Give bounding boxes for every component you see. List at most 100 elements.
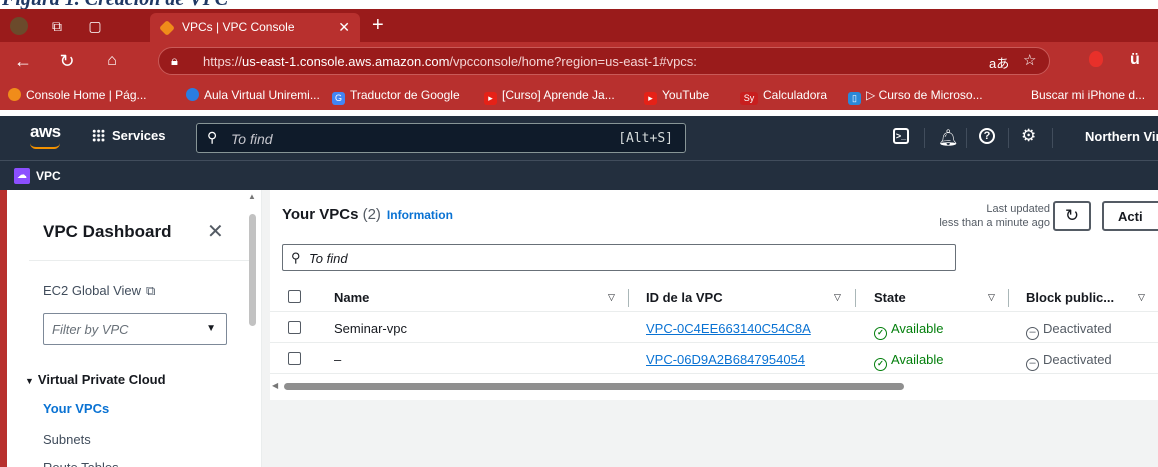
external-link-icon: ⧉ <box>146 283 156 298</box>
table-row[interactable]: Seminar-vpc VPC-0C4EE663140C54C8A ✓ Avail… <box>270 313 1158 343</box>
bookmark-item[interactable]: ▯ ▷ Curso de Microso... <box>848 88 983 105</box>
bookmark-item[interactable]: Sy Calculadora <box>740 88 827 105</box>
back-icon[interactable]: ← <box>12 50 34 72</box>
check-circle-icon: ✓ <box>874 358 887 371</box>
cell-name: Seminar-vpc <box>334 321 407 336</box>
bookmarks-bar: Console Home | Pág... Aula Virtual Unire… <box>0 80 1158 110</box>
nav-divider <box>1008 128 1009 148</box>
bookmark-favicon-icon: ▸ <box>484 92 497 105</box>
vpcs-table-panel: Your VPCs (2) Information Last updated les… <box>270 190 1158 400</box>
cell-block-public: – Deactivated <box>1026 321 1112 340</box>
page-title: Your VPCs (2) Information <box>282 206 453 223</box>
service-name[interactable]: VPC <box>36 169 61 183</box>
new-tab-icon[interactable]: + <box>372 15 384 35</box>
bookmark-item[interactable]: Aula Virtual Uniremi... <box>186 88 320 102</box>
profile-avatar-icon[interactable] <box>10 17 28 35</box>
lock-icon: 🔒︎ <box>171 53 178 68</box>
workspaces-icon[interactable]: ⧉ <box>48 17 66 35</box>
bookmark-favicon-icon: ▸ <box>644 92 657 105</box>
sidebar-section-virtual-private-cloud[interactable]: ▼ Virtual Private Cloud <box>25 372 166 387</box>
sidebar-item-your-vpcs[interactable]: Your VPCs <box>43 401 109 416</box>
bookmark-item[interactable]: ▸ [Curso] Aprende Ja... <box>484 88 615 105</box>
settings-gear-icon[interactable]: ⚙ <box>1021 126 1036 146</box>
cloudshell-icon[interactable]: >_ <box>893 128 909 144</box>
extension-shield-icon[interactable] <box>1089 51 1103 67</box>
close-tab-icon[interactable]: ✕ <box>338 19 350 36</box>
actions-button[interactable]: Acti <box>1102 201 1158 231</box>
select-all-checkbox[interactable] <box>288 290 301 303</box>
main-content: Your VPCs (2) Information Last updated les… <box>262 190 1158 467</box>
bookmark-favicon-icon <box>186 88 199 101</box>
browser-tab-strip: ⧉ ▢ VPCs | VPC Console ✕ + <box>0 9 1158 42</box>
cell-block-public: – Deactivated <box>1026 352 1112 371</box>
table-row[interactable]: – VPC-06D9A2B6847954054 ✓ Available – Deac… <box>270 344 1158 374</box>
column-divider[interactable] <box>1008 289 1009 307</box>
nav-divider <box>924 128 925 148</box>
close-sidebar-icon[interactable]: ✕ <box>207 219 224 244</box>
column-header-vpc-id[interactable]: ID de la VPC <box>646 290 723 305</box>
bookmark-item[interactable]: ▸ YouTube <box>644 88 709 105</box>
home-icon[interactable]: ⌂ <box>101 50 123 72</box>
column-header-state[interactable]: State <box>874 290 906 305</box>
info-link[interactable]: Information <box>387 208 453 222</box>
help-icon[interactable]: ? <box>979 128 995 144</box>
column-divider[interactable] <box>628 289 629 307</box>
bookmark-item[interactable]: G Traductor de Google <box>332 88 460 105</box>
search-icon: ⚲ <box>291 250 301 265</box>
bookmark-item[interactable]: Buscar mi iPhone d... <box>1013 88 1145 102</box>
sidebar-title: VPC Dashboard <box>43 222 172 241</box>
vpc-service-icon: ☁ <box>14 168 30 184</box>
search-shortcut: [Alt+S] <box>618 131 673 146</box>
filter-by-vpc-select[interactable]: Filter by VPC ▼ <box>43 313 227 345</box>
search-placeholder: To find <box>231 131 273 147</box>
aws-search-input[interactable]: ⚲ To find [Alt+S] <box>196 123 686 153</box>
caret-down-icon: ▼ <box>25 376 34 386</box>
minus-circle-icon: – <box>1026 327 1039 340</box>
sidebar-scrollbar[interactable]: ▲ <box>248 192 256 466</box>
url-text: https://us-east-1.console.aws.amazon.com… <box>203 54 697 69</box>
nav-divider <box>966 128 967 148</box>
column-divider[interactable] <box>855 289 856 307</box>
sort-caret-icon[interactable]: ▽ <box>1138 292 1145 303</box>
scrollbar-thumb[interactable] <box>284 383 904 390</box>
read-aloud-icon[interactable]: aあ <box>989 53 1009 72</box>
scrollbar-thumb[interactable] <box>249 214 256 326</box>
search-placeholder: To find <box>309 251 348 266</box>
sidebar-item-ec2-global-view[interactable]: EC2 Global View ⧉ <box>43 283 155 299</box>
sidebar-item-route-tables[interactable]: Route Tables <box>43 460 119 467</box>
notifications-bell-icon[interactable]: 🔔︎ <box>938 128 958 148</box>
caret-down-icon: ▼ <box>206 323 216 334</box>
sidebar-item-subnets[interactable]: Subnets <box>43 432 91 447</box>
vpc-search-input[interactable]: ⚲ To find <box>282 244 956 271</box>
search-icon: ⚲ <box>207 129 218 145</box>
bookmark-item[interactable]: Console Home | Pág... <box>8 88 147 102</box>
table-horizontal-scrollbar[interactable]: ◀ <box>270 381 1158 392</box>
refresh-button[interactable]: ↻ <box>1053 201 1091 231</box>
aws-logo[interactable]: aws <box>30 122 61 142</box>
scroll-up-icon[interactable]: ▲ <box>248 192 256 201</box>
row-checkbox[interactable] <box>288 321 301 334</box>
cell-vpc-id-link[interactable]: VPC-0C4EE663140C54C8A <box>646 321 811 336</box>
reload-icon[interactable]: ↻ <box>56 50 78 72</box>
sort-caret-icon[interactable]: ▽ <box>608 292 615 303</box>
last-updated: Last updated less than a minute ago <box>939 203 1050 229</box>
cell-state: ✓ Available <box>874 321 944 340</box>
sort-caret-icon[interactable]: ▽ <box>988 292 995 303</box>
region-selector[interactable]: Northern Vir <box>1085 129 1158 144</box>
address-bar[interactable]: 🔒︎ https://us-east-1.console.aws.amazon.… <box>158 47 1050 75</box>
cell-vpc-id-link[interactable]: VPC-06D9A2B6847954054 <box>646 352 805 367</box>
tab-vpc-console[interactable]: VPCs | VPC Console ✕ <box>150 13 360 42</box>
grid-icon <box>92 129 105 142</box>
sort-caret-icon[interactable]: ▽ <box>834 292 841 303</box>
favorite-star-icon[interactable]: ☆ <box>1023 51 1036 69</box>
services-menu-button[interactable]: Services <box>92 128 166 143</box>
filter-placeholder: Filter by VPC <box>52 322 129 337</box>
aws-favicon-icon <box>159 20 175 36</box>
column-header-block-public[interactable]: Block public... <box>1026 290 1114 305</box>
bookmark-favicon-icon: ▯ <box>848 92 861 105</box>
tab-actions-icon[interactable]: ▢ <box>86 17 104 35</box>
profile-button[interactable]: ü <box>1130 51 1140 69</box>
column-header-name[interactable]: Name <box>334 290 369 305</box>
scroll-left-icon[interactable]: ◀ <box>272 381 278 390</box>
row-checkbox[interactable] <box>288 352 301 365</box>
